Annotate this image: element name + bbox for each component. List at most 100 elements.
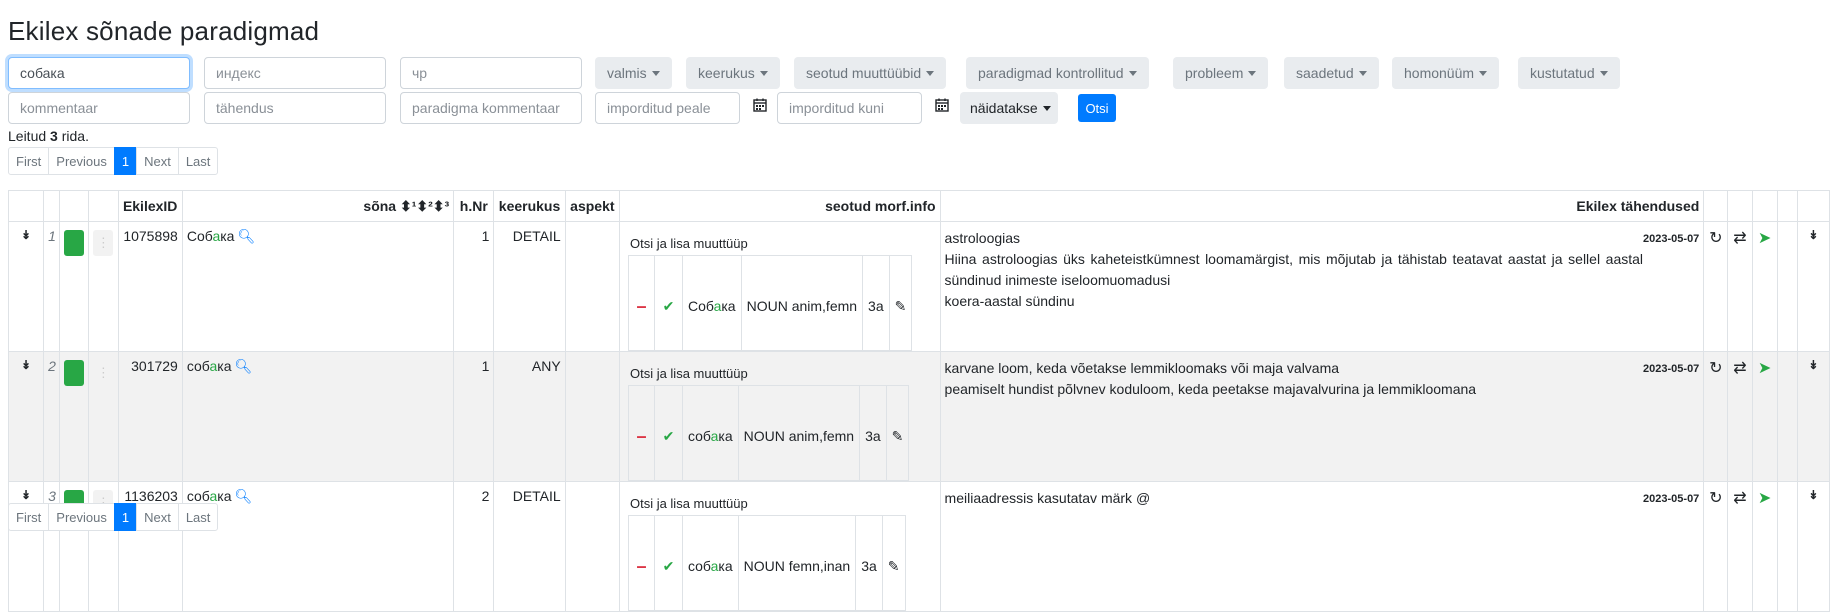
page-current[interactable]: 1: [113, 503, 138, 531]
sync-icon[interactable]: ⇄: [1727, 221, 1753, 352]
imporditud-peale-input[interactable]: [595, 92, 740, 124]
valmis-dropdown[interactable]: valmis: [595, 57, 672, 89]
page-next[interactable]: Next: [136, 503, 179, 531]
page-first[interactable]: First: [8, 147, 50, 175]
remove-icon[interactable]: –: [627, 385, 655, 481]
col-sona[interactable]: sõna ⬍¹⬍²⬍³: [181, 190, 455, 222]
search-icon[interactable]: 🔍︎: [235, 488, 253, 504]
sync-icon[interactable]: ⇄: [1727, 351, 1753, 482]
calendar-icon[interactable]: [935, 98, 949, 112]
page-last[interactable]: Last: [177, 503, 219, 531]
homonyym-dropdown[interactable]: homonüüm: [1392, 57, 1500, 89]
paradigma-kommentaar-input[interactable]: [400, 92, 582, 124]
expand-chevron-icon[interactable]: ↡: [1796, 481, 1830, 612]
saadetud-dropdown[interactable]: saadetud: [1284, 57, 1379, 89]
word-link[interactable]: собака: [187, 358, 232, 374]
col-morf: seotud morf.info: [618, 190, 941, 222]
caret-down-icon: [1248, 70, 1257, 76]
ekilex-id: 1136203: [117, 481, 183, 612]
date-badge: 2023-05-07: [1643, 233, 1700, 245]
pagination-bottom: First Previous 1 Next Last: [8, 503, 219, 531]
definition: peamiselt hundist põlvnev koduloom, keda…: [944, 381, 1477, 397]
search-icon[interactable]: 🔍︎: [235, 358, 253, 374]
col-hnr: h.Nr: [453, 190, 495, 222]
morf-search-link[interactable]: Otsi ja lisa muuttüüp: [630, 236, 936, 251]
seotud-muuttyybid-dropdown[interactable]: seotud muuttüübid: [794, 57, 947, 89]
page-last[interactable]: Last: [177, 147, 219, 175]
naidatakse-dropdown[interactable]: näidatakse: [960, 92, 1058, 124]
page-current[interactable]: 1: [113, 147, 138, 175]
keerukus-dropdown[interactable]: keerukus: [686, 57, 780, 89]
refresh-icon[interactable]: ↻: [1703, 351, 1729, 482]
check-icon[interactable]: ✔: [653, 255, 683, 351]
paradigmad-kontrollitud-dropdown[interactable]: paradigmad kontrollitud: [966, 57, 1149, 89]
imporditud-kuni-input[interactable]: [777, 92, 922, 124]
edit-icon[interactable]: ✎: [888, 255, 913, 351]
search-icon[interactable]: 🔍︎: [237, 228, 255, 244]
kustutatud-dropdown[interactable]: kustutatud: [1518, 57, 1620, 89]
morf-word: собака: [681, 385, 739, 481]
expand-chevron-icon[interactable]: ↡: [7, 481, 45, 612]
table-row: ↡ 1 ⋮ 1075898 Собака 🔍︎ 1 DETAIL Otsi ja …: [7, 221, 1830, 352]
caret-down-icon: [926, 70, 935, 76]
ekilex-id: 301729: [117, 351, 183, 482]
remove-icon[interactable]: –: [627, 515, 655, 611]
word-search-input[interactable]: [8, 57, 190, 89]
ekilex-id: 1075898: [117, 221, 183, 352]
date-badge: 2023-05-07: [1643, 363, 1700, 375]
definition: karvane loom, keda võetakse lemmikloomak…: [944, 360, 1340, 376]
index-input[interactable]: [204, 57, 386, 89]
calendar-icon[interactable]: [753, 98, 767, 112]
probleem-dropdown[interactable]: probleem: [1173, 57, 1269, 89]
page-title: Ekilex sõnade paradigmad: [8, 16, 320, 46]
page-next[interactable]: Next: [136, 147, 179, 175]
morf-search-link[interactable]: Otsi ja lisa muuttüüp: [630, 496, 936, 511]
pagination-top: First Previous 1 Next Last: [8, 147, 219, 175]
expand-chevron-icon[interactable]: ↡: [7, 351, 45, 482]
remove-icon[interactable]: –: [627, 255, 655, 351]
homonym-number: 2: [453, 481, 495, 612]
disabled-marker: ⋮: [93, 230, 114, 256]
status-green-button[interactable]: [64, 230, 85, 256]
send-icon[interactable]: ➤: [1751, 481, 1778, 612]
page-previous[interactable]: Previous: [48, 503, 115, 531]
definition: astroloogias: [944, 230, 1021, 246]
caret-down-icon: [1128, 70, 1137, 76]
expand-chevron-icon[interactable]: ↡: [7, 221, 45, 352]
word-link[interactable]: собака: [187, 488, 232, 504]
paradigm-table: EkilexID sõna ⬍¹⬍²⬍³ h.Nr keerukus aspek…: [7, 190, 1830, 612]
check-icon[interactable]: ✔: [653, 385, 683, 481]
caret-down-icon: [651, 70, 660, 76]
page-first[interactable]: First: [8, 503, 50, 531]
date-badge: 2023-05-07: [1643, 493, 1700, 505]
kommentaar-input[interactable]: [8, 92, 190, 124]
morf-search-link[interactable]: Otsi ja lisa muuttüüp: [630, 366, 936, 381]
expand-chevron-icon[interactable]: ↡: [1796, 351, 1830, 482]
refresh-icon[interactable]: ↻: [1703, 481, 1729, 612]
morf-type: 3a: [855, 515, 883, 611]
check-icon[interactable]: ✔: [653, 515, 683, 611]
caret-down-icon: [1599, 70, 1608, 76]
morf-word: собака: [681, 515, 739, 611]
search-button[interactable]: Otsi: [1078, 94, 1116, 122]
table-row: ↡ 3 ⋮ 1136203 собака🔍︎ 2 DETAIL Otsi ja …: [7, 481, 1830, 612]
col-ekilex-id: EkilexID: [117, 190, 183, 222]
status-green-button[interactable]: [64, 360, 85, 386]
row-index: 1: [43, 221, 61, 352]
page-previous[interactable]: Previous: [48, 147, 115, 175]
word-link[interactable]: Собака: [187, 228, 235, 244]
row-index: 3: [43, 481, 61, 612]
table-row: ↡ 2 ⋮ 301729 собака 🔍︎ 1 ANY Otsi ja lisa…: [7, 351, 1830, 482]
send-icon[interactable]: ➤: [1751, 221, 1778, 352]
complexity: DETAIL: [493, 221, 566, 352]
refresh-icon[interactable]: ↻: [1703, 221, 1729, 352]
edit-icon[interactable]: ✎: [881, 515, 906, 611]
sync-icon[interactable]: ⇄: [1727, 481, 1753, 612]
edit-icon[interactable]: ✎: [885, 385, 910, 481]
expand-chevron-icon[interactable]: ↡: [1796, 221, 1830, 352]
send-icon[interactable]: ➤: [1751, 351, 1778, 482]
chr-input[interactable]: [400, 57, 582, 89]
tahendus-input[interactable]: [204, 92, 386, 124]
homonym-number: 1: [453, 351, 495, 482]
morf-type: 3a: [862, 255, 890, 351]
